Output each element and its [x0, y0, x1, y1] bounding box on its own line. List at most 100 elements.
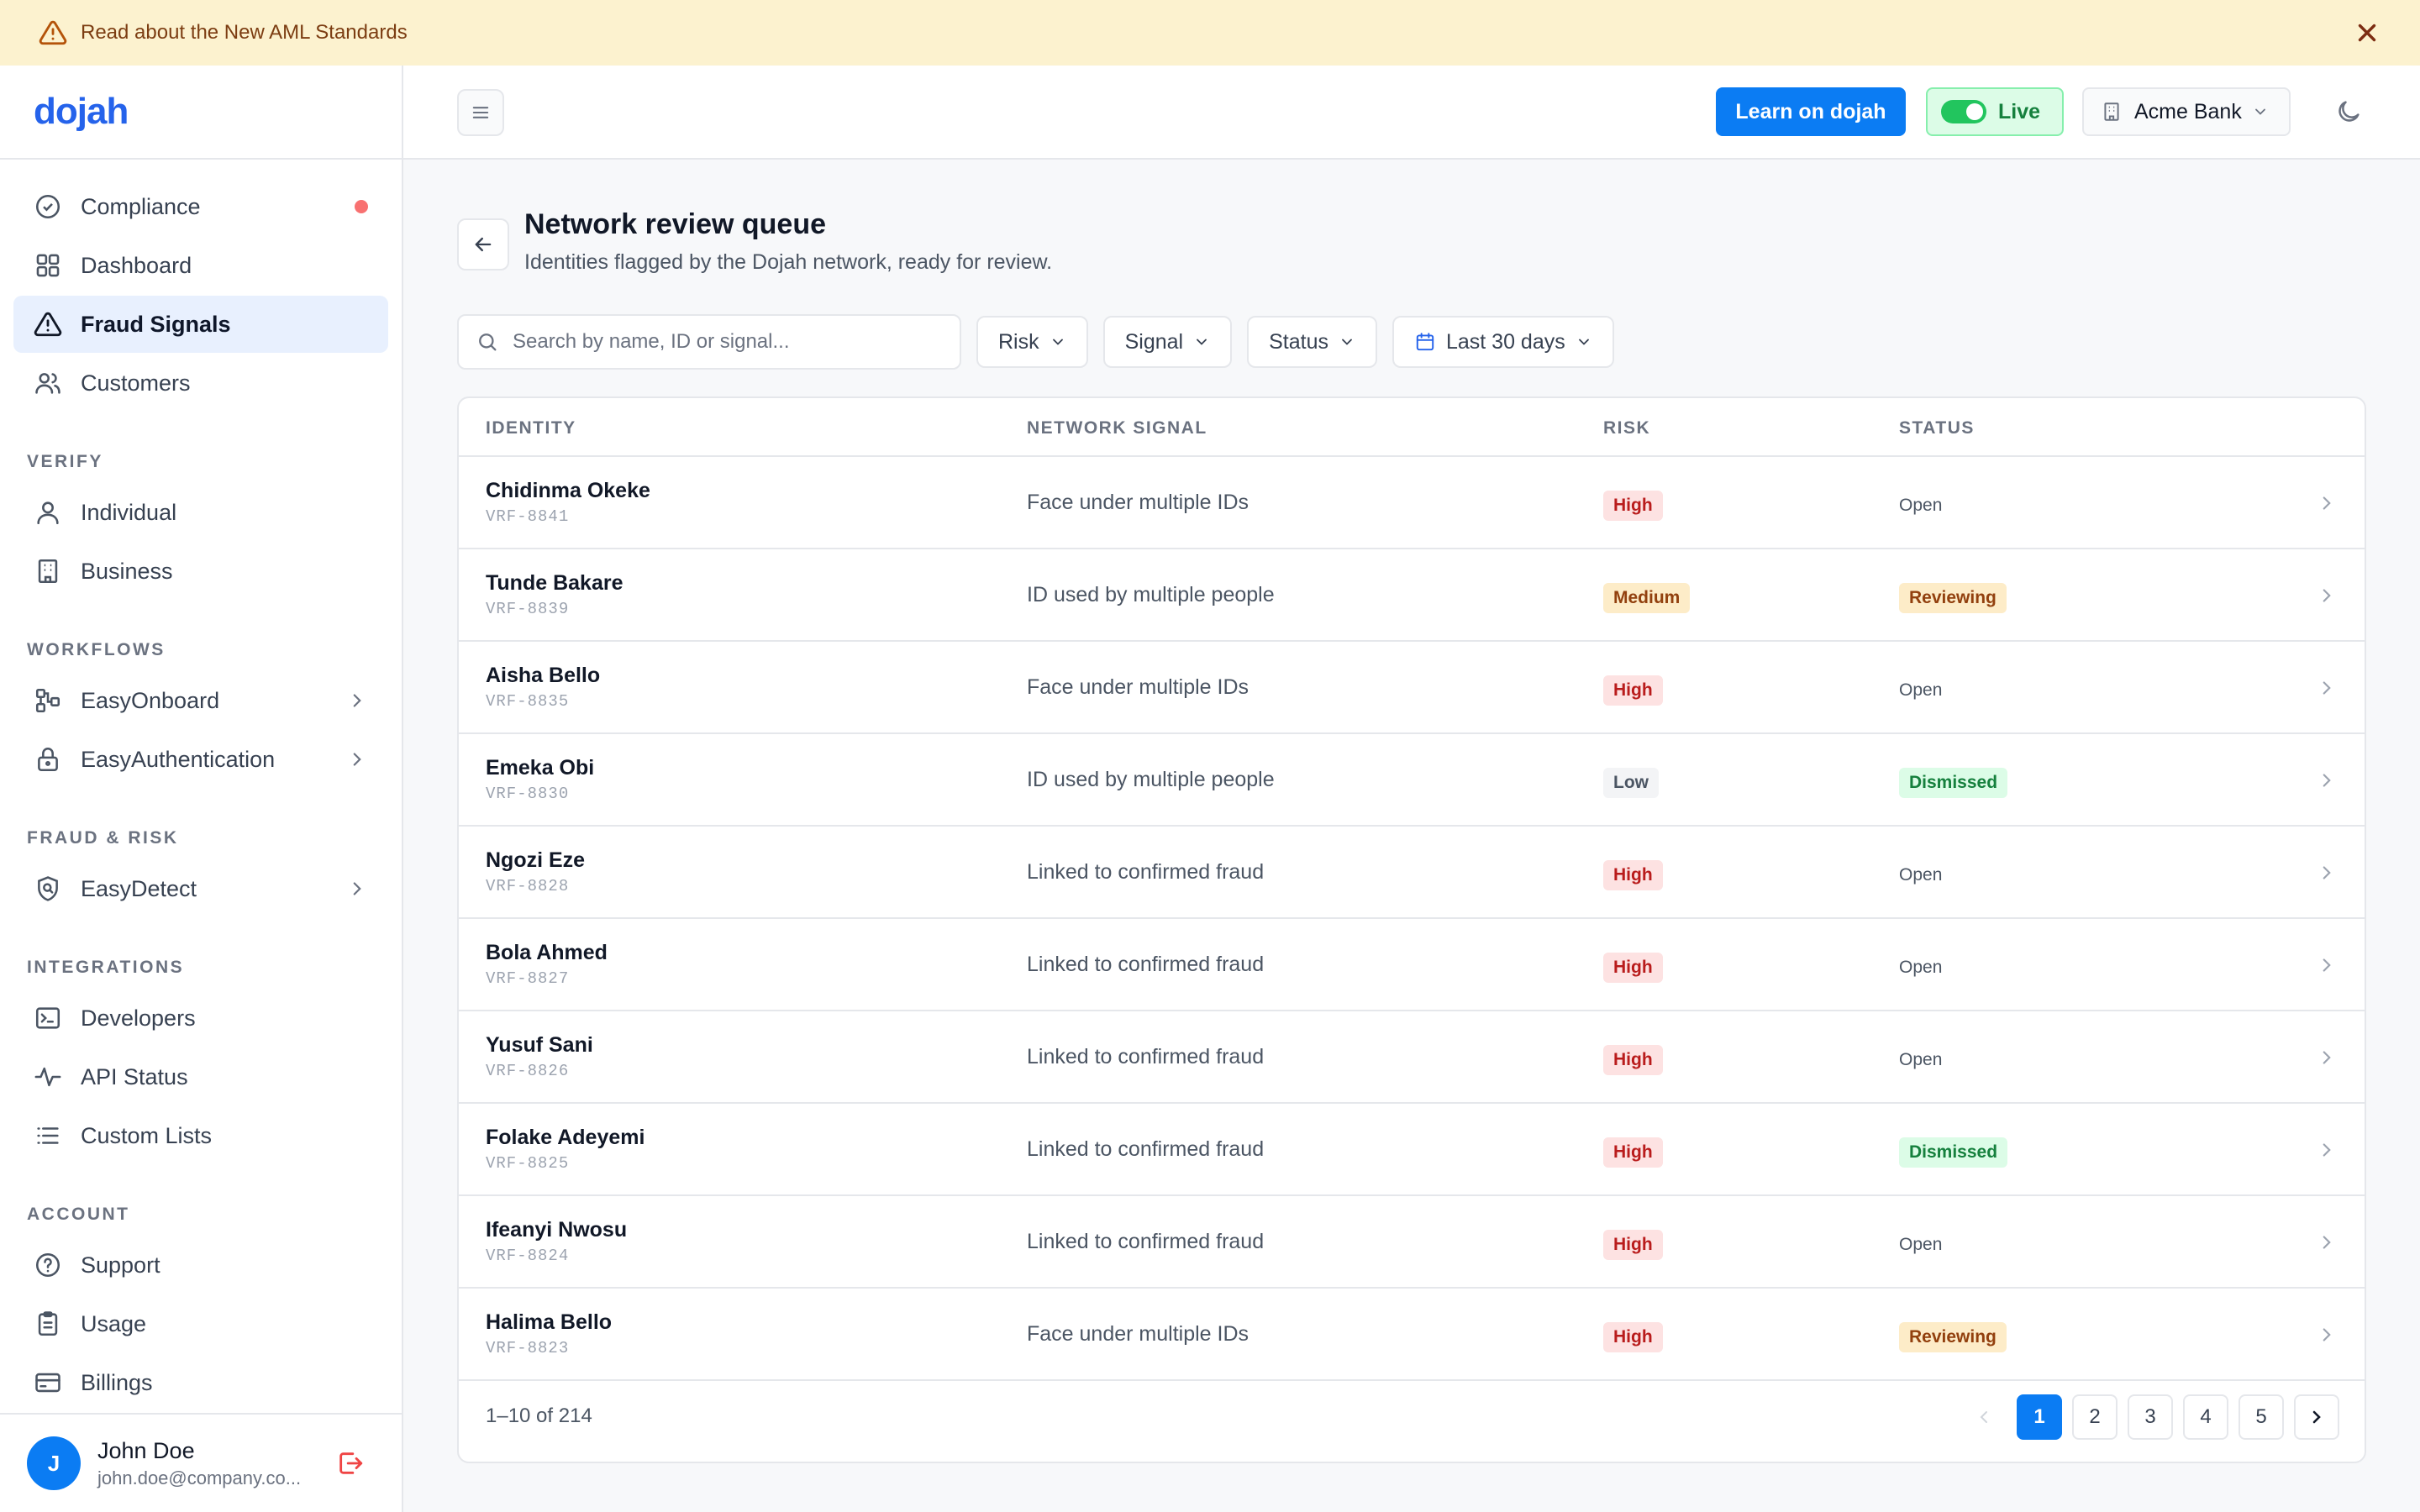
- status-filter-label: Status: [1269, 329, 1328, 354]
- chevron-right-icon: [346, 878, 368, 900]
- chevron-right-icon: [2316, 585, 2338, 606]
- sidebar-item-usage[interactable]: Usage: [13, 1295, 388, 1352]
- sidebar-item-label: EasyDetect: [81, 875, 197, 901]
- sidebar-item-customers[interactable]: Customers: [13, 354, 388, 412]
- sidebar-item-label: Individual: [81, 499, 177, 525]
- sidebar-item-custom-lists[interactable]: Custom Lists: [13, 1107, 388, 1164]
- table-row[interactable]: Halima Bello VRF-8823 Face under multiple …: [459, 1289, 2365, 1381]
- sidebar-item-api-status[interactable]: API Status: [13, 1048, 388, 1105]
- network-signal: Face under multiple IDs: [1027, 1322, 1249, 1346]
- table-row[interactable]: Aisha Bello VRF-8835 Face under multiple I…: [459, 642, 2365, 734]
- column-header-network-signal[interactable]: NETWORK SIGNAL: [1027, 418, 1207, 438]
- table-row[interactable]: Tunde Bakare VRF-8839 ID used by multiple …: [459, 549, 2365, 642]
- sidebar-item-label: API Status: [81, 1063, 188, 1089]
- logo[interactable]: dojah: [34, 91, 129, 133]
- sidebar-item-developers[interactable]: Developers: [13, 990, 388, 1047]
- learn-on-dojah-button[interactable]: Learn on dojah: [1716, 87, 1906, 136]
- back-button[interactable]: [457, 218, 509, 270]
- topbar: Learn on dojah Live Acme Bank: [403, 66, 2420, 160]
- notification-dot: [355, 200, 368, 213]
- identity-name: Ngozi Eze: [486, 848, 586, 872]
- close-icon[interactable]: [2353, 18, 2381, 47]
- sidebar-item-business[interactable]: Business: [13, 543, 388, 600]
- risk-badge: High: [1603, 1045, 1663, 1075]
- table-row[interactable]: Emeka Obi VRF-8830 ID used by multiple peo…: [459, 734, 2365, 827]
- shield-search-icon: [34, 874, 62, 903]
- risk-filter-dropdown[interactable]: Risk: [976, 316, 1088, 368]
- page-button-3[interactable]: 3: [2128, 1394, 2173, 1440]
- grid-icon: [34, 251, 62, 280]
- sidebar-item-support[interactable]: Support: [13, 1236, 388, 1294]
- identity-name: Ifeanyi Nwosu: [486, 1218, 628, 1242]
- clipboard-icon: [34, 1310, 62, 1338]
- sidebar-item-dashboard[interactable]: Dashboard: [13, 237, 388, 294]
- credit-card-icon: [34, 1368, 62, 1397]
- next-page-button[interactable]: [2294, 1394, 2339, 1440]
- identity-name: Bola Ahmed: [486, 941, 608, 964]
- identity-name: Emeka Obi: [486, 756, 595, 780]
- section-label-verify: VERIFY: [27, 452, 103, 471]
- logout-icon[interactable]: [336, 1449, 365, 1478]
- building-icon: [34, 557, 62, 585]
- chevron-right-icon: [2316, 1047, 2338, 1068]
- page-button-5[interactable]: 5: [2238, 1394, 2284, 1440]
- user-profile[interactable]: J John Doe john.doe@company.co...: [0, 1413, 402, 1512]
- pagination-range: 1–10 of 214: [486, 1404, 592, 1427]
- identity-id: VRF-8824: [486, 1247, 570, 1265]
- table-row[interactable]: Ifeanyi Nwosu VRF-8824 Linked to confirmed…: [459, 1196, 2365, 1289]
- identity-id: VRF-8823: [486, 1339, 570, 1357]
- search-input[interactable]: [513, 330, 943, 354]
- date-range-dropdown[interactable]: Last 30 days: [1392, 316, 1614, 368]
- risk-badge: High: [1603, 1322, 1663, 1352]
- sidebar-item-easyonboard[interactable]: EasyOnboard: [13, 672, 388, 729]
- column-header-status[interactable]: STATUS: [1899, 418, 1975, 438]
- chevron-left-icon: [1974, 1407, 1994, 1427]
- risk-badge: High: [1603, 491, 1663, 521]
- warning-icon: [34, 310, 62, 339]
- network-signal: ID used by multiple people: [1027, 768, 1275, 791]
- sidebar-item-label: Support: [81, 1252, 160, 1278]
- status-badge: Reviewing: [1899, 583, 2007, 613]
- filter-bar: Risk Signal Status Last 30 days: [457, 314, 1614, 370]
- lock-icon: [34, 745, 62, 774]
- sidebar-item-individual[interactable]: Individual: [13, 484, 388, 541]
- page-button-1[interactable]: 1: [2017, 1394, 2062, 1440]
- table-row[interactable]: Folake Adeyemi VRF-8825 Linked to confirme…: [459, 1104, 2365, 1196]
- user-info: John Doe john.doe@company.co...: [97, 1438, 301, 1489]
- chevron-right-icon: [2316, 492, 2338, 514]
- building-icon: [2101, 101, 2123, 123]
- table-row[interactable]: Ngozi Eze VRF-8828 Linked to confirmed fra…: [459, 827, 2365, 919]
- sidebar-item-compliance[interactable]: Compliance: [13, 178, 388, 235]
- banner-link[interactable]: Read about the New AML Standards: [81, 21, 408, 45]
- identity-name: Folake Adeyemi: [486, 1126, 645, 1149]
- status-badge: Open: [1899, 865, 1943, 885]
- column-header-risk[interactable]: RISK: [1603, 418, 1650, 438]
- live-mode-toggle[interactable]: Live: [1926, 87, 2064, 136]
- table-row[interactable]: Chidinma Okeke VRF-8841 Face under multipl…: [459, 457, 2365, 549]
- table-row[interactable]: Bola Ahmed VRF-8827 Linked to confirmed fr…: [459, 919, 2365, 1011]
- status-filter-dropdown[interactable]: Status: [1247, 316, 1377, 368]
- page-button-4[interactable]: 4: [2183, 1394, 2228, 1440]
- sidebar-item-billings[interactable]: Billings: [13, 1354, 388, 1411]
- table-row[interactable]: Yusuf Sani VRF-8826 Linked to confirmed fr…: [459, 1011, 2365, 1104]
- risk-filter-label: Risk: [998, 329, 1039, 354]
- sidebar-item-easydetect[interactable]: EasyDetect: [13, 860, 388, 917]
- page-button-2[interactable]: 2: [2072, 1394, 2118, 1440]
- live-label: Live: [1998, 99, 2041, 123]
- identity-id: VRF-8830: [486, 785, 570, 803]
- sidebar-item-easyauthentication[interactable]: EasyAuthentication: [13, 731, 388, 788]
- moon-icon[interactable]: [2334, 97, 2363, 126]
- sidebar-nav: Compliance Dashboard Fraud Signals Custo…: [0, 160, 402, 1411]
- hamburger-icon: [469, 101, 492, 124]
- signal-filter-dropdown[interactable]: Signal: [1102, 316, 1233, 368]
- list-icon: [34, 1121, 62, 1150]
- table-footer: 1–10 of 214 1 2 3 4 5: [459, 1373, 2365, 1462]
- identity-name: Tunde Bakare: [486, 571, 623, 595]
- column-header-identity[interactable]: IDENTITY: [486, 418, 576, 438]
- organization-selector[interactable]: Acme Bank: [2082, 87, 2291, 136]
- menu-toggle-button[interactable]: [457, 89, 504, 136]
- previous-page-button[interactable]: [1961, 1394, 2007, 1440]
- signal-filter-label: Signal: [1124, 329, 1184, 354]
- sidebar-item-fraud-signals[interactable]: Fraud Signals: [13, 296, 388, 353]
- network-signal: Linked to confirmed fraud: [1027, 1045, 1265, 1068]
